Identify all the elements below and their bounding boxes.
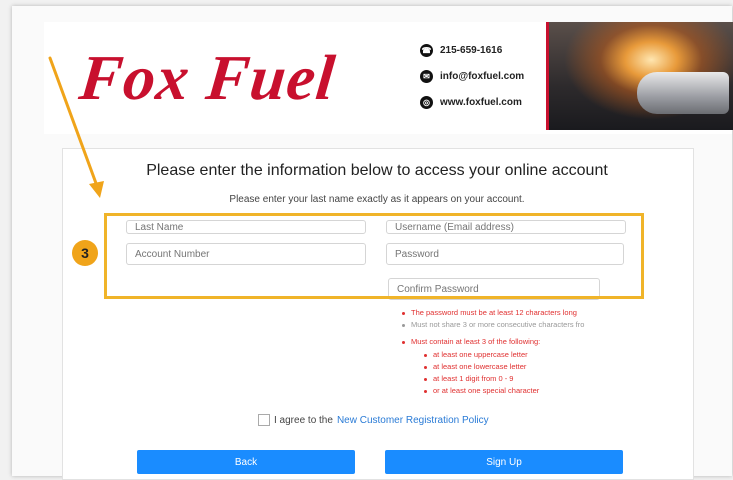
step-number-badge: 3	[72, 240, 98, 266]
rule-item-text: at least 1 digit from 0 - 9	[433, 374, 514, 383]
header-banner-image	[546, 22, 733, 130]
back-button[interactable]: Back	[137, 450, 355, 474]
rule-contains-header: Must contain at least 3 of the following…	[402, 337, 540, 346]
registration-policy-link[interactable]: New Customer Registration Policy	[337, 415, 489, 426]
rule-item-text: or at least one special character	[433, 386, 540, 395]
rule-item-text: at least one uppercase letter	[433, 350, 528, 359]
fuel-truck-tank	[637, 72, 729, 114]
contact-phone: ☎ 215-659-1616	[420, 44, 502, 57]
phone-icon: ☎	[420, 44, 433, 57]
policy-agreement: I agree to the New Customer Registration…	[258, 414, 489, 426]
fox-fuel-logo: Fox Fuel	[76, 42, 339, 113]
sign-up-button[interactable]: Sign Up	[385, 450, 623, 474]
globe-icon: ◎	[420, 96, 433, 109]
phone-number: 215-659-1616	[440, 45, 503, 56]
email-icon: ✉	[420, 70, 433, 83]
rule-no-consecutive: Must not share 3 or more consecutive cha…	[402, 320, 584, 329]
agree-checkbox[interactable]	[258, 414, 270, 426]
rule-item: or at least one special character	[424, 386, 539, 395]
rule-contains-header-text: Must contain at least 3 of the following…	[411, 337, 541, 346]
rule-no-consecutive-text: Must not share 3 or more consecutive cha…	[411, 320, 585, 329]
agree-prefix: I agree to the	[274, 414, 333, 426]
form-title: Please enter the information below to ac…	[146, 162, 608, 179]
rule-item: at least one uppercase letter	[424, 350, 528, 359]
rule-item: at least 1 digit from 0 - 9	[424, 374, 513, 383]
rule-item-text: at least one lowercase letter	[433, 362, 527, 371]
fields-highlight-box	[104, 213, 644, 299]
contact-email: ✉ info@foxfuel.com	[420, 70, 524, 83]
rule-min-length: The password must be at least 12 charact…	[402, 308, 577, 317]
website-link[interactable]: www.foxfuel.com	[440, 97, 522, 108]
email-address: info@foxfuel.com	[440, 71, 525, 82]
form-subtitle: Please enter your last name exactly as i…	[229, 194, 525, 205]
rule-min-length-text: The password must be at least 12 charact…	[411, 308, 577, 317]
contact-website: ◎ www.foxfuel.com	[420, 96, 522, 109]
rule-item: at least one lowercase letter	[424, 362, 526, 371]
